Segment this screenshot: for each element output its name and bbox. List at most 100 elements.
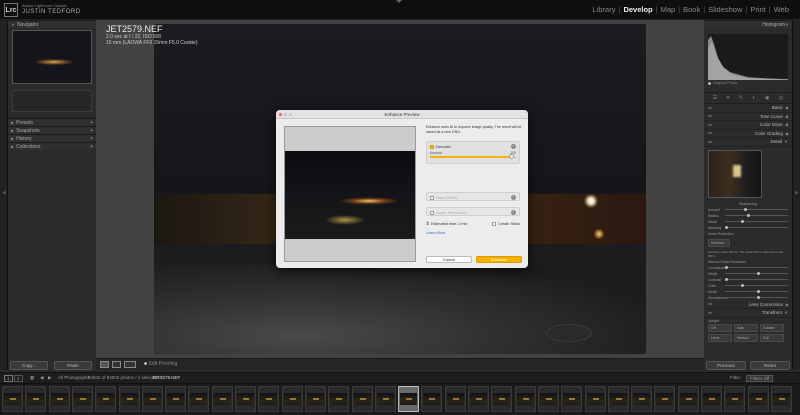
filmstrip-thumbnail[interactable] xyxy=(584,386,606,412)
filmstrip-thumbnail[interactable] xyxy=(468,386,489,412)
histogram-graph[interactable] xyxy=(708,34,788,80)
filmstrip-thumbnail[interactable] xyxy=(747,386,769,412)
before-after-view-icon[interactable] xyxy=(112,361,121,368)
super-resolution-checkbox[interactable] xyxy=(430,210,434,215)
module-map[interactable]: Map xyxy=(658,5,679,14)
filmstrip-thumbnail[interactable] xyxy=(444,386,466,412)
detail-preview[interactable] xyxy=(708,149,762,198)
edit-icon[interactable]: ☰ xyxy=(713,95,717,101)
copy-button[interactable]: Copy... xyxy=(10,361,48,370)
denoise-checkbox[interactable] xyxy=(430,144,434,149)
panel-switch-icon[interactable] xyxy=(708,132,712,135)
learn-more-link[interactable]: Learn More xyxy=(426,231,445,235)
section-detail[interactable]: Detail ▼ xyxy=(704,138,792,147)
window-2-button[interactable]: 2 xyxy=(14,375,23,382)
filmstrip-thumbnail[interactable] xyxy=(25,386,47,412)
add-icon[interactable]: + xyxy=(90,144,93,150)
create-stack-option[interactable]: Create Stack xyxy=(492,222,520,226)
filmstrip-thumbnail[interactable] xyxy=(71,386,93,412)
upright-full-button[interactable]: Full xyxy=(760,333,784,342)
snapshots-header[interactable]: ▶ Snapshots + xyxy=(8,126,96,134)
filmstrip-thumbnail[interactable] xyxy=(514,386,536,412)
panel-switch-icon[interactable] xyxy=(708,106,712,109)
filmstrip-thumbnail[interactable] xyxy=(351,386,373,412)
window-1-button[interactable]: 1 xyxy=(4,375,13,382)
reset-button[interactable]: Reset xyxy=(750,361,790,370)
module-web[interactable]: Web xyxy=(771,5,792,14)
filmstrip-thumbnail[interactable] xyxy=(421,386,443,412)
histogram-header[interactable]: Histogram ▼ xyxy=(704,20,792,28)
forward-icon[interactable]: ▶ xyxy=(48,375,51,381)
filmstrip-thumbnail[interactable] xyxy=(607,386,629,412)
upright-auto-button[interactable]: Auto xyxy=(734,323,758,332)
filmstrip-thumbnail[interactable] xyxy=(398,386,420,412)
panel-switch-icon[interactable] xyxy=(708,115,712,118)
raw-details-checkbox[interactable] xyxy=(430,195,434,200)
add-icon[interactable]: + xyxy=(90,120,93,126)
enhance-preview-image[interactable] xyxy=(284,126,416,262)
module-print[interactable]: Print xyxy=(747,5,768,14)
filmstrip-thumbnail[interactable] xyxy=(654,386,676,412)
filmstrip-thumbnail[interactable] xyxy=(258,386,280,412)
paste-button[interactable]: Paste xyxy=(54,361,92,370)
filmstrip-thumbnail[interactable] xyxy=(677,386,699,412)
filmstrip-thumbnail[interactable] xyxy=(561,386,583,412)
filmstrip-thumbnail[interactable] xyxy=(281,386,303,412)
filmstrip-thumbnail[interactable] xyxy=(770,386,792,412)
amount-slider[interactable] xyxy=(430,154,516,159)
filmstrip-thumbnail[interactable] xyxy=(724,386,746,412)
close-icon[interactable]: × xyxy=(90,136,93,142)
filmstrip-thumbnail[interactable] xyxy=(304,386,326,412)
presets-icon[interactable]: ◎ xyxy=(779,95,783,101)
enhance-button[interactable]: Enhance xyxy=(476,256,522,263)
filmstrip-thumbnail[interactable] xyxy=(537,386,559,412)
filmstrip-thumbnail[interactable] xyxy=(141,386,163,412)
navigator-header[interactable]: ▼ Navigator xyxy=(8,20,96,28)
section-transform[interactable]: Transform ▼ xyxy=(704,309,792,318)
filmstrip-thumbnail[interactable] xyxy=(118,386,140,412)
navigator-preview[interactable] xyxy=(12,30,92,84)
crop-icon[interactable]: ⌗ xyxy=(727,95,730,101)
slider-knob[interactable] xyxy=(509,154,515,159)
upright-guided-button[interactable]: Guided xyxy=(760,323,784,332)
masking-icon[interactable]: ◐ xyxy=(753,95,756,101)
cancel-button[interactable]: Cancel xyxy=(426,256,472,263)
module-develop[interactable]: Develop xyxy=(620,5,655,14)
original-photo-toggle[interactable]: Original Photo xyxy=(704,80,792,86)
redeye-icon[interactable]: ◉ xyxy=(765,95,769,101)
presets-header[interactable]: ▶ Presets + xyxy=(8,118,96,126)
previous-button[interactable]: Previous xyxy=(706,361,746,370)
add-icon[interactable]: + xyxy=(90,128,93,134)
right-panel-toggle[interactable]: ▶ xyxy=(792,20,800,370)
heal-icon[interactable]: ✎ xyxy=(739,95,743,101)
filmstrip-thumbnail[interactable] xyxy=(165,386,187,412)
info-icon[interactable]: i xyxy=(511,144,516,149)
module-book[interactable]: Book xyxy=(680,5,703,14)
left-panel-toggle[interactable]: ◀ xyxy=(0,20,8,370)
upright-off-button[interactable]: Off xyxy=(708,323,732,332)
filmstrip-thumbnail[interactable] xyxy=(48,386,70,412)
back-icon[interactable]: ◀ xyxy=(40,375,43,381)
soft-proofing-toggle[interactable]: Soft Proofing xyxy=(144,361,177,367)
loupe-view-icon[interactable] xyxy=(100,361,109,368)
close-window-icon[interactable] xyxy=(279,113,282,116)
filmstrip-thumbnail[interactable] xyxy=(95,386,117,412)
filmstrip-thumbnail[interactable] xyxy=(328,386,350,412)
denoise-panel-button[interactable]: Denoise... xyxy=(708,238,730,247)
source-label[interactable]: All Photographs xyxy=(58,375,90,380)
module-slideshow[interactable]: Slideshow xyxy=(705,5,745,14)
filmstrip-thumbnail[interactable] xyxy=(701,386,722,412)
info-icon[interactable]: i xyxy=(511,195,516,200)
info-icon[interactable]: i xyxy=(511,210,516,215)
section-basic[interactable]: Basic ◀ xyxy=(704,104,792,113)
filmstrip-thumbnail[interactable] xyxy=(235,386,256,412)
filmstrip-thumbnail[interactable] xyxy=(2,386,23,412)
filmstrip-thumbnail[interactable] xyxy=(374,386,396,412)
section-color-mixer[interactable]: Color Mixer ◀ xyxy=(704,121,792,130)
before-after-options-icon[interactable] xyxy=(124,361,136,368)
filmstrip-thumbnail[interactable] xyxy=(211,386,233,412)
filmstrip-thumbnail[interactable] xyxy=(631,386,653,412)
filmstrip-thumbnail[interactable] xyxy=(188,386,210,412)
panel-switch-icon[interactable] xyxy=(708,123,712,126)
create-stack-checkbox[interactable] xyxy=(492,222,496,226)
